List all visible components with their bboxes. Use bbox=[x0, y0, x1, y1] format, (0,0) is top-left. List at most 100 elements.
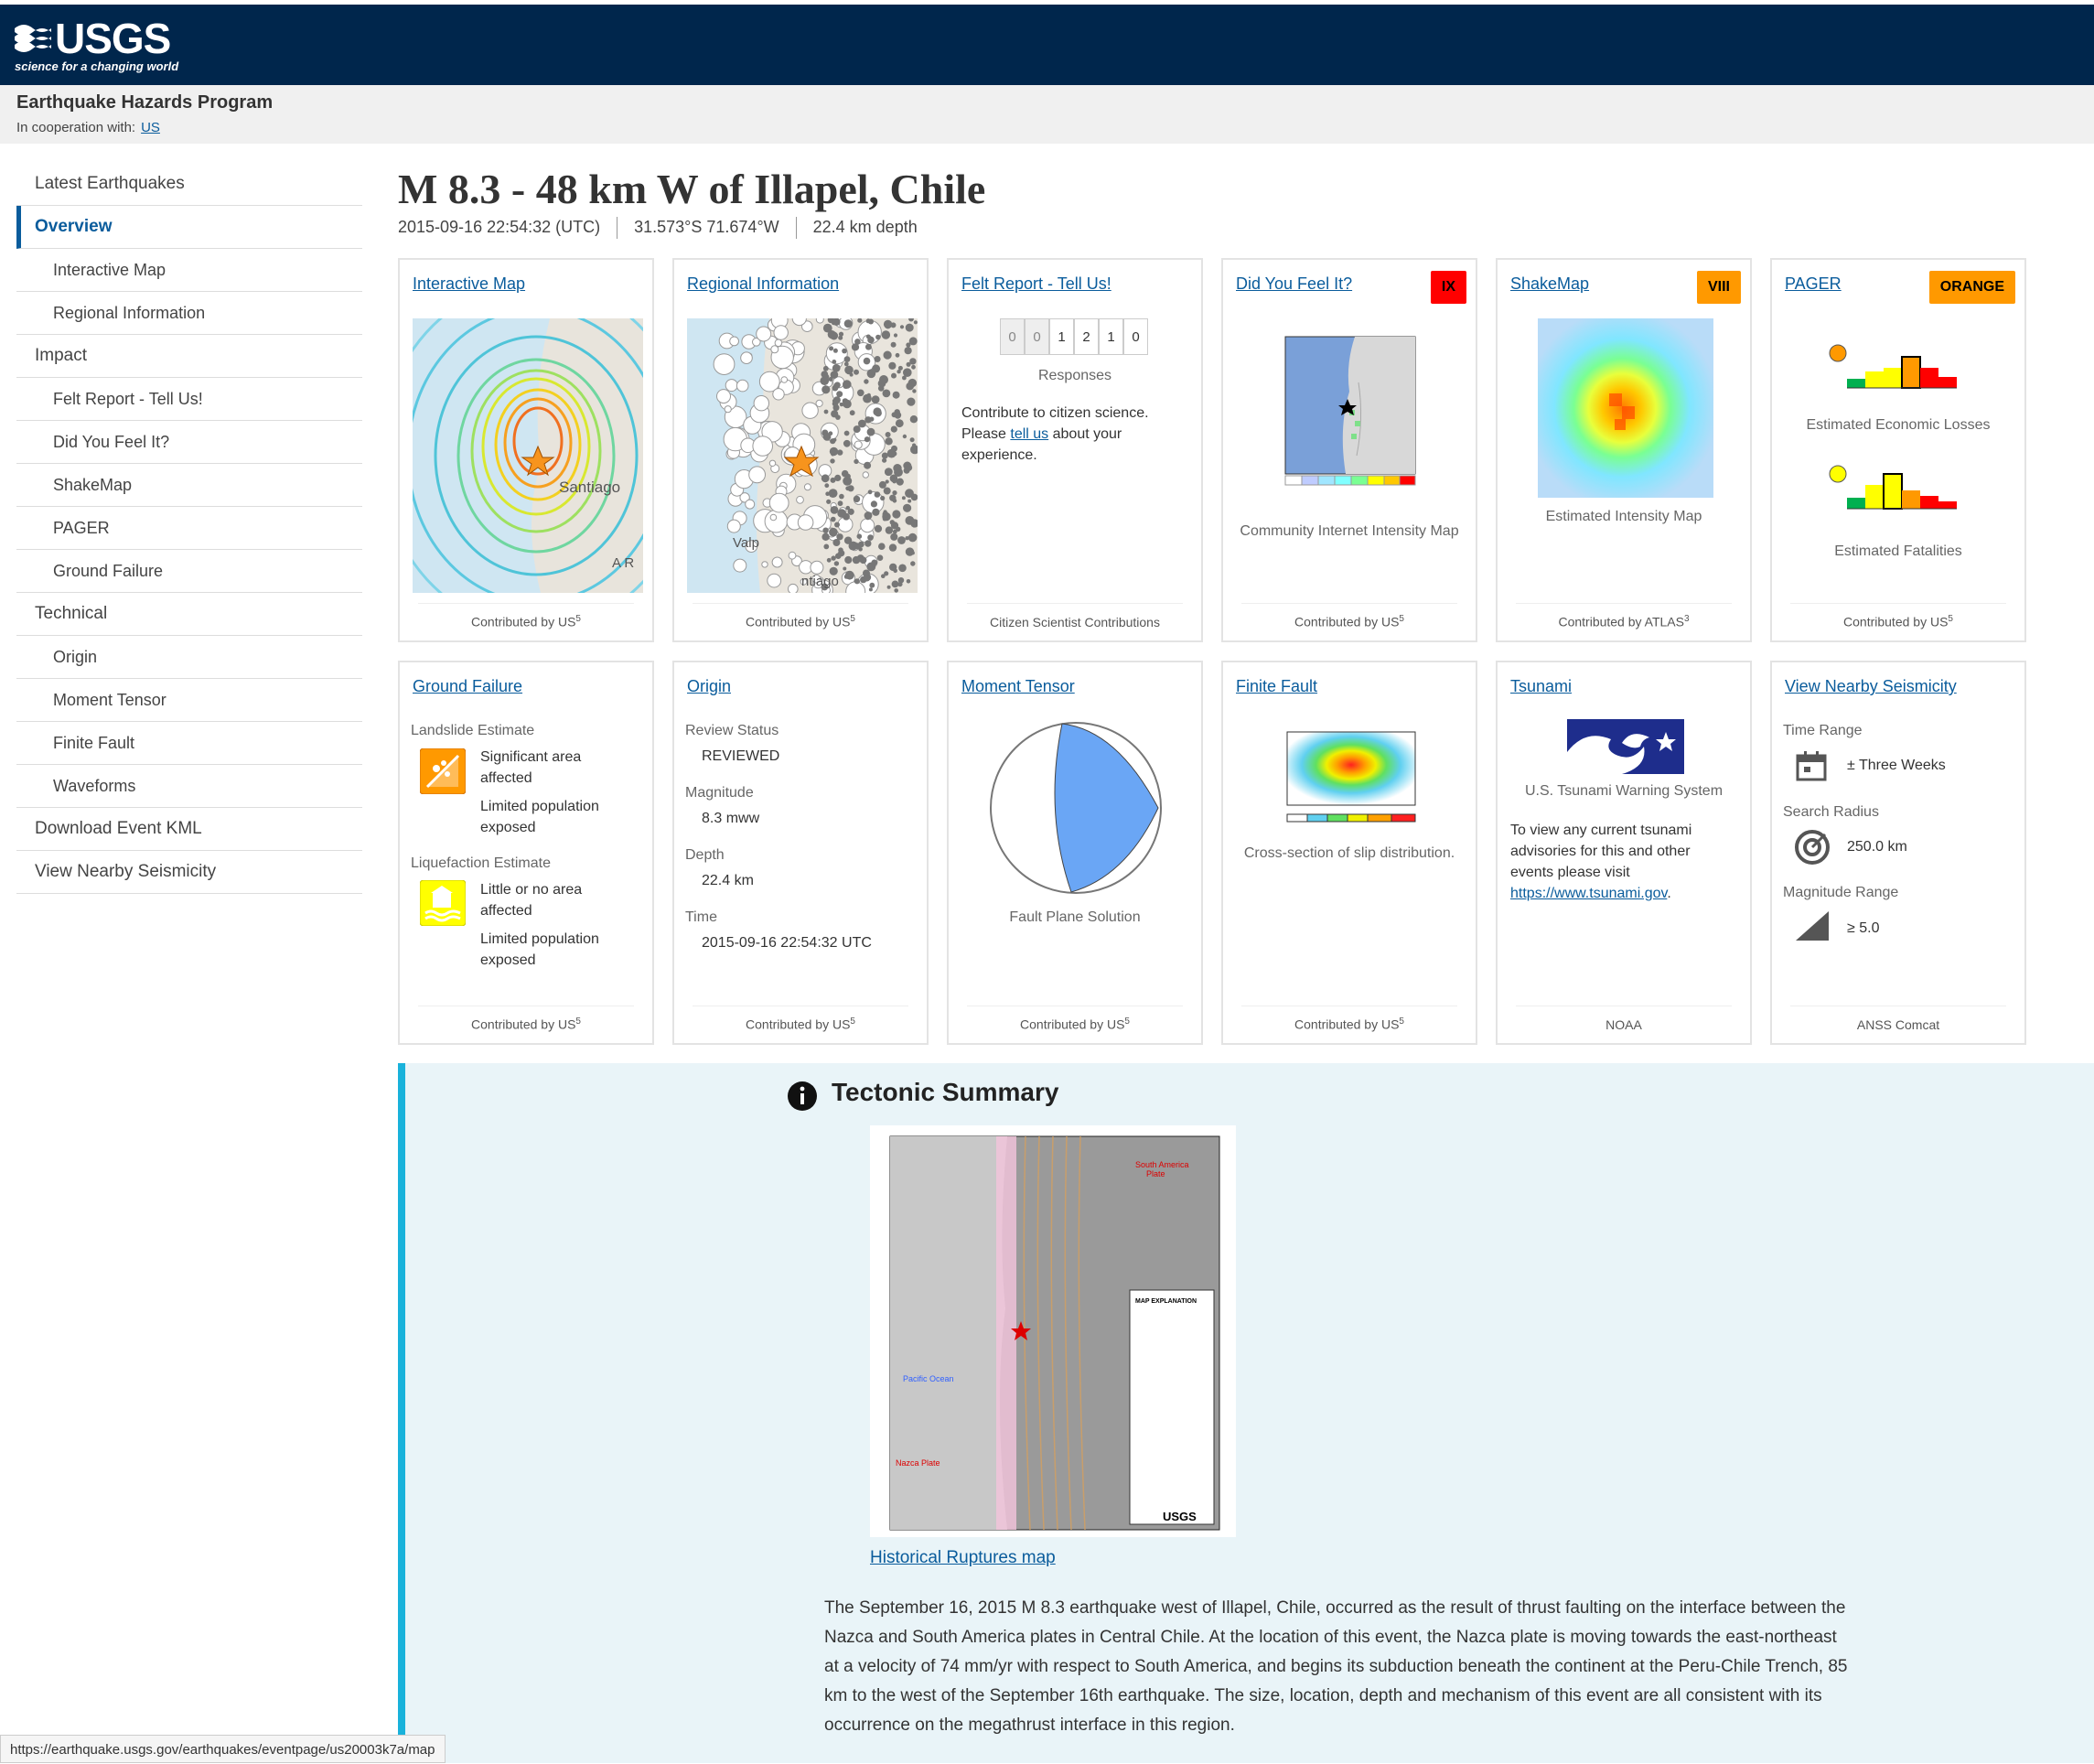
usgs-wave-icon bbox=[15, 25, 51, 52]
earthquake-dot bbox=[893, 568, 897, 574]
card-title-moment-tensor[interactable]: Moment Tensor bbox=[961, 677, 1075, 696]
earthquake-dot bbox=[905, 323, 914, 332]
nav-technical[interactable]: Technical bbox=[16, 593, 362, 636]
contributor: Contributed by US5 bbox=[746, 614, 855, 629]
card-felt-report[interactable]: Felt Report - Tell Us! 0 0 1 2 1 0 Respo… bbox=[947, 258, 1203, 642]
card-title-ground-failure[interactable]: Ground Failure bbox=[413, 677, 522, 696]
nav-overview[interactable]: Overview bbox=[16, 206, 362, 249]
nav-impact[interactable]: Impact bbox=[16, 335, 362, 378]
earthquake-dot bbox=[832, 348, 838, 353]
earthquake-circle bbox=[736, 379, 749, 393]
regional-map-thumbnail[interactable]: Valp ntiago bbox=[687, 318, 918, 593]
card-regional-information[interactable]: Regional Information Valp ntiago Contrib… bbox=[672, 258, 929, 642]
nav-interactive-map[interactable]: Interactive Map bbox=[16, 249, 362, 292]
search-radius-label: Search Radius bbox=[1783, 804, 1879, 820]
site-header: USGS science for a changing world bbox=[0, 5, 2094, 85]
earthquake-circle bbox=[860, 518, 875, 533]
card-tsunami[interactable]: Tsunami U.S. Tsunami Warning System To v… bbox=[1496, 661, 1752, 1045]
card-title-felt-report[interactable]: Felt Report - Tell Us! bbox=[961, 274, 1111, 294]
earthquake-dot bbox=[852, 555, 861, 565]
earthquake-dot bbox=[892, 499, 897, 503]
earthquake-dot bbox=[899, 325, 905, 329]
earthquake-dot bbox=[886, 585, 891, 589]
card-ground-failure[interactable]: Ground Failure Landslide Estimate Signif… bbox=[398, 661, 654, 1045]
card-origin[interactable]: Origin Review Status REVIEWED Magnitude … bbox=[672, 661, 929, 1045]
contributor: Contributed by US5 bbox=[1294, 1016, 1404, 1032]
earthquake-dot bbox=[843, 430, 850, 436]
earthquake-dot bbox=[865, 318, 871, 324]
nav-waveforms[interactable]: Waveforms bbox=[16, 765, 362, 808]
earthquake-dot bbox=[859, 556, 867, 565]
coop-link[interactable]: US bbox=[141, 120, 160, 135]
earthquake-dot bbox=[821, 385, 831, 394]
depth-label: Depth bbox=[685, 847, 725, 863]
earthquake-dot bbox=[845, 486, 851, 491]
historical-ruptures-link[interactable]: Historical Ruptures map bbox=[870, 1548, 1056, 1568]
earthquake-dot bbox=[888, 361, 897, 370]
time-range-value: ± Three Weeks bbox=[1847, 758, 1946, 773]
card-nearby-seismicity[interactable]: View Nearby Seismicity Time Range ± Thre… bbox=[1770, 661, 2026, 1045]
card-title-finite-fault[interactable]: Finite Fault bbox=[1236, 677, 1317, 696]
tell-us-link[interactable]: tell us bbox=[1010, 426, 1048, 442]
card-finite-fault[interactable]: Finite Fault Cross-section of slip distr… bbox=[1221, 661, 1477, 1045]
earthquake-circle bbox=[753, 395, 770, 412]
map-label-ntiago: ntiago bbox=[801, 574, 839, 589]
fatalities-histogram[interactable] bbox=[1829, 463, 1975, 514]
nav-pager[interactable]: PAGER bbox=[16, 507, 362, 550]
card-title-interactive-map[interactable]: Interactive Map bbox=[413, 274, 525, 294]
nav-latest-earthquakes[interactable]: Latest Earthquakes bbox=[16, 163, 362, 206]
earthquake-dot bbox=[826, 499, 832, 504]
nav-felt-report[interactable]: Felt Report - Tell Us! bbox=[16, 378, 362, 421]
earthquake-dot bbox=[829, 446, 839, 457]
card-did-you-feel-it[interactable]: Did You Feel It? IX Community Internet I… bbox=[1221, 258, 1477, 642]
economic-losses-histogram[interactable] bbox=[1829, 342, 1975, 393]
magnitude-value: 8.3 mww bbox=[702, 811, 760, 826]
card-title-pager[interactable]: PAGER bbox=[1785, 274, 1842, 294]
nav-finite-fault[interactable]: Finite Fault bbox=[16, 722, 362, 765]
earthquake-dot bbox=[891, 445, 897, 452]
card-moment-tensor[interactable]: Moment Tensor Fault Plane Solution Contr… bbox=[947, 661, 1203, 1045]
shakemap-thumbnail[interactable] bbox=[1538, 318, 1713, 498]
nav-origin[interactable]: Origin bbox=[16, 636, 362, 679]
earthquake-dot bbox=[854, 578, 860, 585]
tectonic-summary-text: The September 16, 2015 M 8.3 earthquake … bbox=[824, 1598, 1848, 1735]
slip-distribution-thumbnail[interactable] bbox=[1269, 719, 1434, 833]
earthquake-dot bbox=[865, 334, 871, 339]
earthquake-dot bbox=[822, 365, 829, 371]
earthquake-dot bbox=[890, 341, 897, 348]
beachball-diagram[interactable] bbox=[989, 721, 1163, 895]
map-label-valp: Valp bbox=[733, 535, 759, 551]
tsunami-gov-link[interactable]: https://www.tsunami.gov bbox=[1510, 886, 1667, 901]
nav-shakemap[interactable]: ShakeMap bbox=[16, 464, 362, 507]
earthquake-dot bbox=[892, 391, 900, 399]
card-title-nearby-seismicity[interactable]: View Nearby Seismicity bbox=[1785, 677, 1957, 696]
nav-ground-failure[interactable]: Ground Failure bbox=[16, 550, 362, 593]
earthquake-dot bbox=[910, 493, 918, 501]
contributor: Contributed by US5 bbox=[1294, 614, 1404, 629]
earthquake-dot bbox=[893, 333, 898, 338]
card-title-regional[interactable]: Regional Information bbox=[687, 274, 839, 294]
card-shakemap[interactable]: ShakeMap VIII Estimated Intensity Map Co… bbox=[1496, 258, 1752, 642]
card-title-shakemap[interactable]: ShakeMap bbox=[1510, 274, 1589, 294]
earthquake-dot bbox=[891, 580, 899, 588]
nav-regional-information[interactable]: Regional Information bbox=[16, 292, 362, 335]
earthquake-circle bbox=[788, 583, 799, 593]
card-title-tsunami[interactable]: Tsunami bbox=[1510, 677, 1572, 696]
card-interactive-map[interactable]: Interactive Map Santiago A R Contributed… bbox=[398, 258, 654, 642]
nav-download-kml[interactable]: Download Event KML bbox=[16, 808, 362, 851]
card-title-dyfi[interactable]: Did You Feel It? bbox=[1236, 274, 1352, 294]
nav-did-you-feel-it[interactable]: Did You Feel It? bbox=[16, 421, 362, 464]
nav-moment-tensor[interactable]: Moment Tensor bbox=[16, 679, 362, 722]
program-title[interactable]: Earthquake Hazards Program bbox=[16, 92, 273, 113]
nav-view-nearby-seismicity[interactable]: View Nearby Seismicity bbox=[16, 851, 362, 894]
card-title-origin[interactable]: Origin bbox=[687, 677, 731, 696]
interactive-map-thumbnail[interactable]: Santiago A R bbox=[413, 318, 643, 593]
earthquake-dot bbox=[849, 410, 855, 416]
earthquake-dot bbox=[871, 559, 878, 566]
earthquake-dot bbox=[844, 570, 854, 580]
historical-ruptures-map-image[interactable]: MAP EXPLANATION South America Plate Paci… bbox=[870, 1125, 1236, 1537]
card-pager[interactable]: PAGER ORANGE Estimated Economic Losses E… bbox=[1770, 258, 2026, 642]
dyfi-intensity-map-thumbnail[interactable] bbox=[1282, 318, 1419, 501]
earthquake-dot bbox=[835, 553, 842, 559]
radius-target-icon bbox=[1795, 830, 1830, 865]
